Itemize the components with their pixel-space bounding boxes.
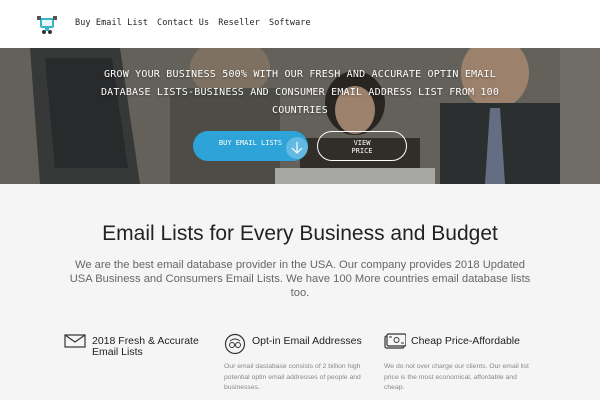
feature-description: Our email dastabase consists of 2 billio… xyxy=(224,363,361,391)
arrow-down-icon xyxy=(286,137,308,159)
page-description: We are the best email database provider … xyxy=(69,259,531,299)
nav-item-contact-us[interactable]: Contact Us xyxy=(157,18,209,28)
feature-title: Cheap Price-Affordable xyxy=(411,335,520,347)
nav-item-software[interactable]: Software xyxy=(269,18,311,28)
hero-banner: Grow your business 500% with our fresh a… xyxy=(0,48,600,184)
view-price-button[interactable]: View Price xyxy=(317,131,407,161)
nav-item-reseller[interactable]: Reseller xyxy=(218,18,260,28)
page-title: Email Lists for Every Business and Budge… xyxy=(102,222,498,245)
site-header: Buy Email List Contact Us Reseller Softw… xyxy=(0,0,600,48)
optin-icon xyxy=(224,333,246,360)
hero-headline: Grow your business 500% with our fresh a… xyxy=(100,69,500,116)
main-nav: Buy Email List Contact Us Reseller Softw… xyxy=(75,18,311,28)
nav-item-buy-email-list[interactable]: Buy Email List xyxy=(75,18,148,28)
price-icon xyxy=(384,333,407,356)
site-logo[interactable] xyxy=(36,14,58,36)
feature-title: Opt-in Email Addresses xyxy=(252,335,362,347)
buy-email-lists-label: Buy Email Lists xyxy=(218,139,283,147)
view-price-label: View Price xyxy=(351,139,373,155)
envelope-icon xyxy=(64,333,86,354)
feature-title: 2018 Fresh & Accurate Email Lists xyxy=(92,335,199,358)
feature-description: We do not over charge our clients. Our e… xyxy=(384,363,529,391)
buy-email-lists-button[interactable]: Buy Email Lists xyxy=(193,131,308,161)
logo-icon xyxy=(37,16,57,34)
